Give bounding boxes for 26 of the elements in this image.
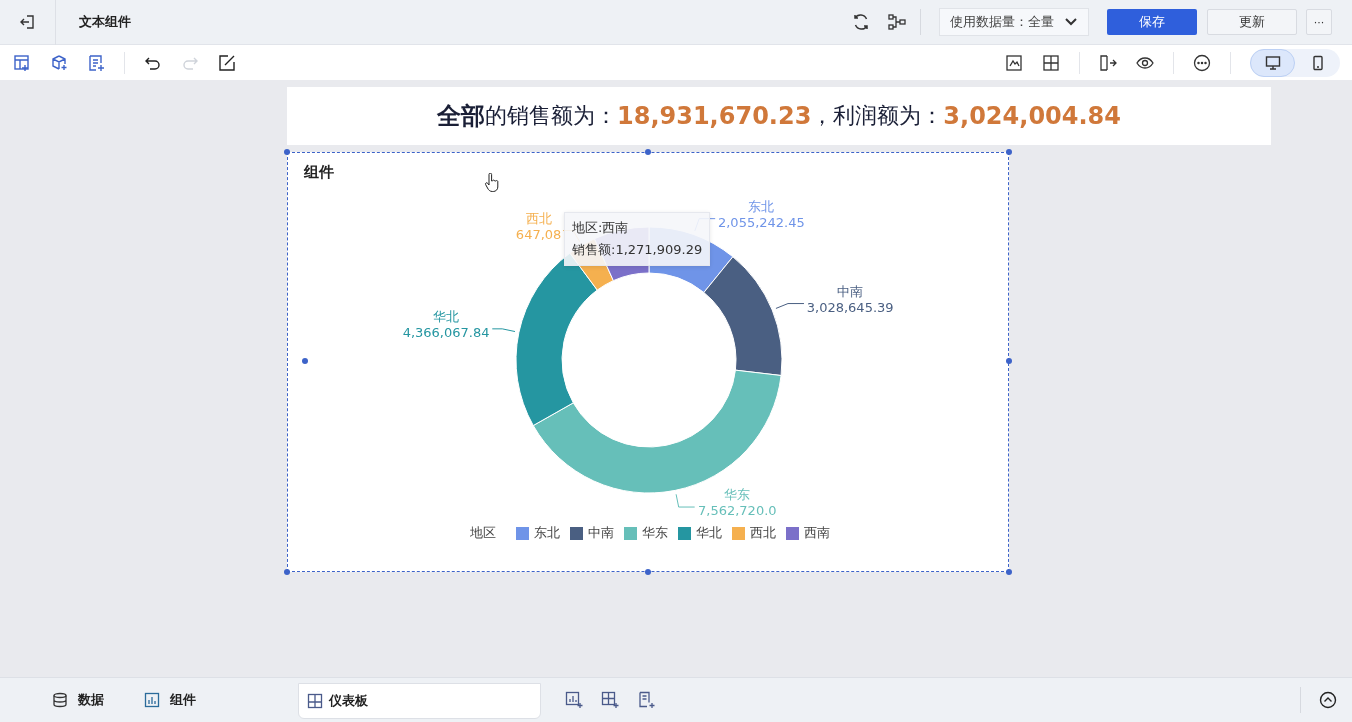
legend-label: 西北 xyxy=(750,524,776,542)
slice-value-label: 2,055,242.45 xyxy=(717,214,805,230)
legend-label: 中南 xyxy=(588,524,614,542)
tooltip-line: 销售额:1,271,909.29 xyxy=(572,241,703,259)
legend-title: 地区 xyxy=(470,524,496,542)
scope-text: 全部 xyxy=(437,101,485,132)
tooltip-line: 地区:西南 xyxy=(572,219,630,237)
component-title: 组件 xyxy=(304,163,334,182)
slice-name-label: 东北 xyxy=(748,198,775,214)
slice-name-label: 华北 xyxy=(433,308,460,324)
legend-label: 东北 xyxy=(534,524,560,542)
legend-label: 华北 xyxy=(696,524,722,542)
slice-name-label: 华东 xyxy=(724,487,751,503)
amount-text: 18,931,670.23 xyxy=(617,102,812,130)
slice-name-label: 中南 xyxy=(837,283,864,299)
legend-label: 华东 xyxy=(642,524,668,542)
headline-text: ，利润额为： xyxy=(811,102,944,130)
page-title: 文本组件 xyxy=(79,13,131,31)
slice-value-label: 647,08 xyxy=(515,226,562,242)
slice-value-label: 3,028,645.39 xyxy=(806,299,894,315)
headline-text: 的销售额为： xyxy=(485,102,617,130)
slice-value-label: 4,366,067.84 xyxy=(402,324,490,340)
legend-label: 西南 xyxy=(804,524,830,542)
slice-name-label: 西北 xyxy=(525,210,552,226)
slice-value-label: 7,562,720.0 xyxy=(698,503,777,519)
amount-text: 3,024,004.84 xyxy=(943,102,1121,130)
